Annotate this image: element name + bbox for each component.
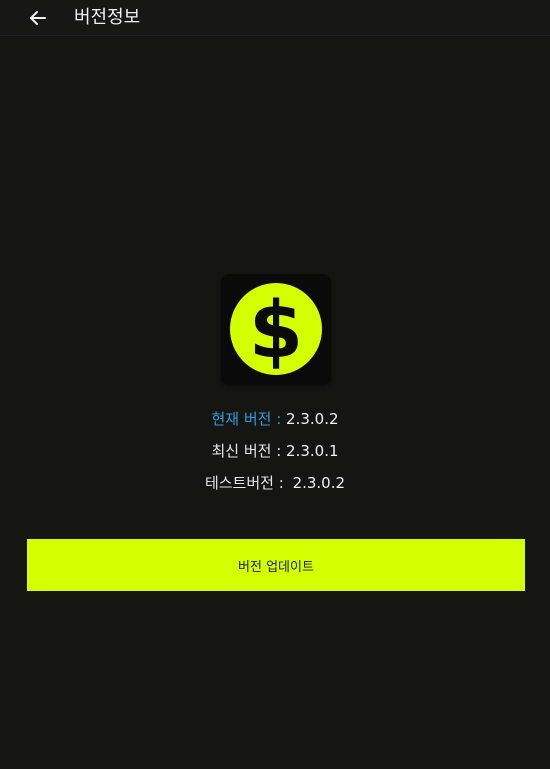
version-update-button[interactable]: 버전 업데이트 xyxy=(27,539,525,591)
latest-version-value: 2.3.0.1 xyxy=(286,442,339,460)
latest-version-label: 최신 버전 : xyxy=(211,442,282,460)
app-icon: $ xyxy=(221,274,331,384)
back-button[interactable] xyxy=(24,4,52,32)
current-version-value: 2.3.0.2 xyxy=(286,410,339,428)
test-version-row: 테스트버전 : 2.3.0.2 xyxy=(0,473,550,493)
arrow-left-icon xyxy=(30,11,46,25)
dollar-symbol: $ xyxy=(249,286,303,376)
top-app-bar: 버전정보 xyxy=(0,0,550,36)
test-version-value: 2.3.0.2 xyxy=(292,474,346,492)
latest-version-row: 최신 버전 : 2.3.0.1 xyxy=(0,441,550,461)
dollar-coin-icon: $ xyxy=(230,283,322,376)
page-title: 버전정보 xyxy=(74,7,141,28)
current-version-row: 현재 버전 : 2.3.0.2 xyxy=(0,409,550,429)
current-version-label: 현재 버전 : xyxy=(211,410,282,428)
test-version-label: 테스트버전 : xyxy=(204,474,284,492)
